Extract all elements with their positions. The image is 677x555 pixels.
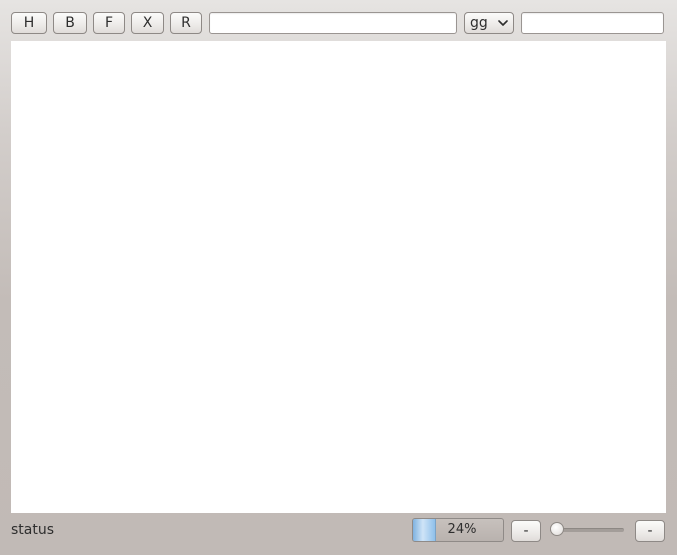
zoom-slider[interactable] [548, 520, 626, 540]
url-input[interactable] [209, 12, 457, 34]
progress-label: 24% [447, 522, 477, 537]
h-button[interactable]: H [11, 12, 47, 34]
b-button[interactable]: B [53, 12, 87, 34]
option-select[interactable]: gg [464, 12, 514, 34]
zoom-out-button[interactable]: - [511, 520, 541, 542]
zoom-in-button[interactable]: - [635, 520, 665, 542]
x-button[interactable]: X [131, 12, 164, 34]
slider-handle[interactable] [550, 522, 564, 536]
chevron-down-icon [498, 20, 508, 26]
search-input[interactable] [521, 12, 664, 34]
content-area[interactable] [11, 41, 666, 513]
r-button[interactable]: R [170, 12, 202, 34]
status-text: status [11, 522, 55, 538]
select-value: gg [470, 15, 488, 31]
progress-bar: 24% [412, 518, 504, 542]
f-button[interactable]: F [93, 12, 125, 34]
